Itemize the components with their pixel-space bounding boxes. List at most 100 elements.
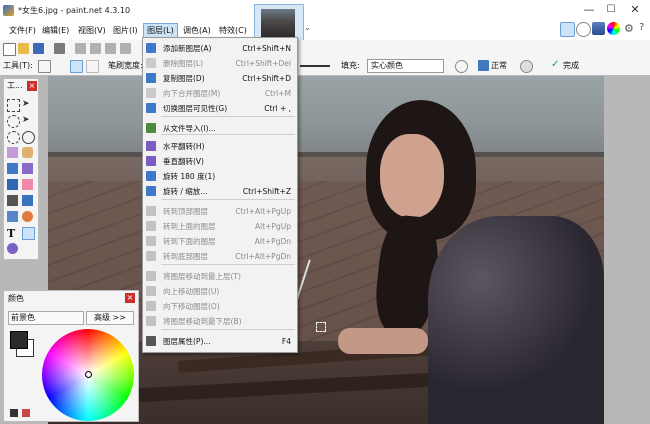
tool-selector-icon[interactable] [38, 60, 51, 73]
gradient-icon[interactable] [22, 163, 33, 174]
shapes-icon[interactable] [7, 243, 18, 254]
menu-view[interactable]: 视图(V) [75, 23, 109, 38]
blend-mode-icon[interactable] [478, 60, 489, 71]
settings-gear-icon[interactable]: ⚙ [624, 22, 634, 35]
move-top-icon [146, 271, 156, 281]
fill-label: 填充: [341, 61, 360, 70]
tools-panel: 工... × ➤ ➤ T [3, 78, 39, 260]
layers-menu-item[interactable]: 水平翻转(H) [143, 139, 297, 154]
person-face [380, 134, 444, 218]
menu-adjustments[interactable]: 调色(A) [180, 23, 214, 38]
merge-down-icon [146, 88, 156, 98]
line-style-icon[interactable] [300, 65, 330, 67]
layers-menu-item-label: 复制图层(D) [163, 74, 205, 83]
history-icon[interactable] [576, 22, 591, 37]
antialias-icon[interactable] [455, 60, 468, 73]
go-top-icon [146, 206, 156, 216]
tools-panel-close-icon[interactable]: × [27, 81, 37, 91]
layers-menu-item: 向下移动图层(O) [143, 299, 297, 314]
layers-menu-item[interactable]: 旋转 180 度(1) [143, 169, 297, 184]
move-pixels-icon[interactable]: ➤ [22, 115, 33, 126]
layers-menu-item-label: 添加新图层(A) [163, 44, 212, 53]
color-wheel-cursor[interactable] [85, 371, 92, 378]
colors-panel-icon[interactable] [607, 22, 620, 35]
palette-icon[interactable] [22, 409, 30, 417]
brush-width-label: 笔刷宽度: [108, 61, 143, 70]
selection-mode-icon[interactable] [520, 60, 533, 73]
layers-menu-item-label: 旋转 180 度(1) [163, 172, 216, 181]
layers-menu-item[interactable]: 图层属性(P)... F4 [143, 334, 297, 349]
go-down-icon [146, 236, 156, 246]
go-bottom-icon [146, 251, 156, 261]
menu-file[interactable]: 文件(F) [6, 23, 39, 38]
layers-menu-item-label: 水平翻转(H) [163, 142, 205, 151]
layers-menu-item[interactable]: 垂直翻转(V) [143, 154, 297, 169]
layers-menu-item[interactable]: 复制图层(D) Ctrl+Shift+D [143, 71, 297, 86]
zoom-icon[interactable] [22, 131, 35, 144]
recolor-icon[interactable] [22, 211, 33, 222]
eraser-icon[interactable] [22, 179, 33, 190]
paintbrush-icon[interactable] [7, 179, 18, 190]
bezier-mode-icon[interactable] [86, 60, 99, 73]
layers-menu-item: 将图层移动到最下层(B) [143, 314, 297, 329]
menu-image[interactable]: 图片(I) [110, 23, 141, 38]
layers-menu-item-label: 切换图层可见性(G) [163, 104, 228, 113]
clone-stamp-icon[interactable] [7, 211, 18, 222]
layers-menu-item-label: 向下移动图层(O) [163, 302, 220, 311]
new-file-icon[interactable] [3, 43, 16, 56]
tab-dropdown-icon[interactable]: ⌄ [304, 23, 311, 32]
finish-button[interactable]: 完成 [563, 60, 579, 72]
cut-icon[interactable] [75, 43, 86, 54]
layers-menu-item[interactable]: 添加新图层(A) Ctrl+Shift+N [143, 41, 297, 56]
copy-icon[interactable] [90, 43, 101, 54]
maximize-button[interactable]: ☐ [598, 1, 624, 19]
move-selection-icon[interactable]: ➤ [22, 99, 33, 110]
layers-menu-item-shortcut: Ctrl+Shift+Z [242, 187, 291, 196]
lasso-icon[interactable] [7, 115, 20, 128]
tools-toggle-icon[interactable] [560, 22, 575, 37]
layers-panel-icon[interactable] [592, 22, 605, 35]
magic-wand-icon[interactable] [7, 147, 18, 158]
layers-menu-item-shortcut: Alt+PgUp [255, 222, 291, 231]
layers-menu-item-shortcut: Ctrl+M [264, 89, 291, 98]
ellipse-select-icon[interactable] [7, 131, 20, 144]
curve-handle-icon[interactable] [316, 322, 326, 332]
color-target-select[interactable]: 前景色 [8, 311, 84, 325]
more-colors-button[interactable]: 高级 >> [86, 311, 134, 325]
print-icon[interactable] [54, 43, 65, 54]
pencil-icon[interactable] [7, 195, 18, 206]
help-icon[interactable]: ? [639, 22, 644, 33]
colors-panel-title: 颜色 [8, 294, 24, 303]
layers-menu-item: 转到底部图层 Ctrl+Alt+PgDn [143, 249, 297, 264]
move-down-icon [146, 301, 156, 311]
layers-menu-item[interactable]: 旋转 / 缩放... Ctrl+Shift+Z [143, 184, 297, 199]
layers-menu-item-label: 图层属性(P)... [163, 337, 211, 346]
blend-mode-label[interactable]: 正常 [491, 60, 507, 72]
visibility-icon [146, 103, 156, 113]
rotate-180-icon [146, 171, 156, 181]
menu-effects[interactable]: 特效(C) [216, 23, 250, 38]
primary-color-swatch[interactable] [10, 331, 28, 349]
save-icon[interactable] [33, 43, 44, 54]
paint-bucket-icon[interactable] [7, 163, 18, 174]
layers-menu-item-shortcut: Ctrl+Shift+N [242, 44, 291, 53]
open-file-icon[interactable] [18, 43, 29, 54]
menu-edit[interactable]: 编辑(E) [39, 23, 72, 38]
color-picker-icon[interactable] [22, 195, 33, 206]
add-layer-icon [146, 43, 156, 53]
close-button[interactable]: ✕ [622, 1, 648, 19]
rect-select-icon[interactable] [7, 99, 20, 112]
pan-icon[interactable] [22, 147, 33, 158]
layers-menu-item-shortcut: Ctrl+Shift+D [242, 74, 291, 83]
layers-menu-item[interactable]: 切换图层可见性(G) Ctrl + , [143, 101, 297, 116]
curve-mode-icon[interactable] [70, 60, 83, 73]
colors-panel-close-icon[interactable]: × [125, 293, 135, 303]
crop-icon[interactable] [120, 43, 131, 54]
finish-check-icon[interactable]: ✓ [551, 59, 559, 70]
swap-colors-icon[interactable] [10, 409, 18, 417]
line-curve-icon[interactable] [22, 227, 35, 240]
text-tool-icon[interactable]: T [7, 227, 18, 240]
fill-mode-select[interactable]: 实心颜色 [367, 59, 444, 73]
paste-icon[interactable] [105, 43, 116, 54]
layers-menu-item-label: 向上移动图层(U) [163, 287, 220, 296]
